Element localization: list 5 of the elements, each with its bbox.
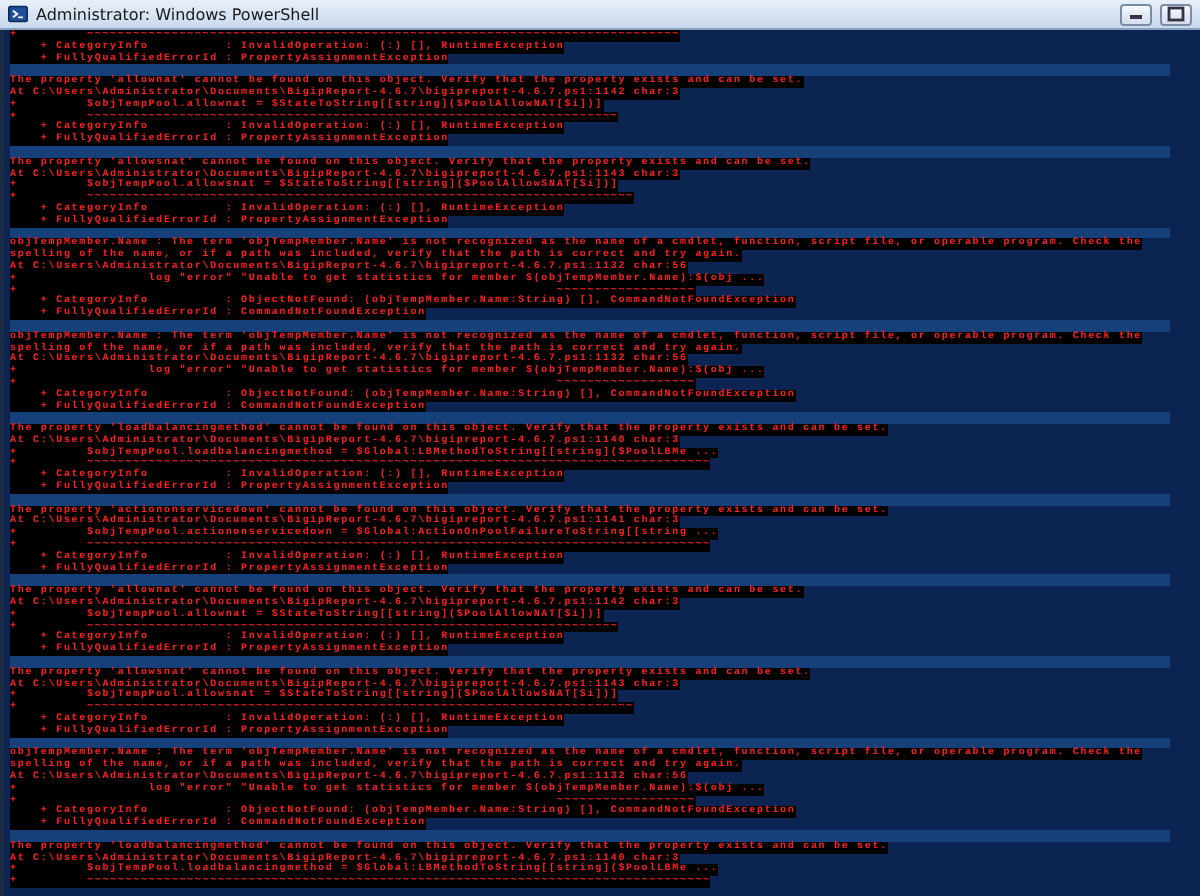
- window-title: Administrator: Windows PowerShell: [36, 5, 320, 23]
- minimize-button[interactable]: [1120, 3, 1152, 25]
- maximize-icon: [1166, 6, 1186, 22]
- maximize-button[interactable]: [1160, 3, 1192, 25]
- terminal-icon: [8, 4, 28, 24]
